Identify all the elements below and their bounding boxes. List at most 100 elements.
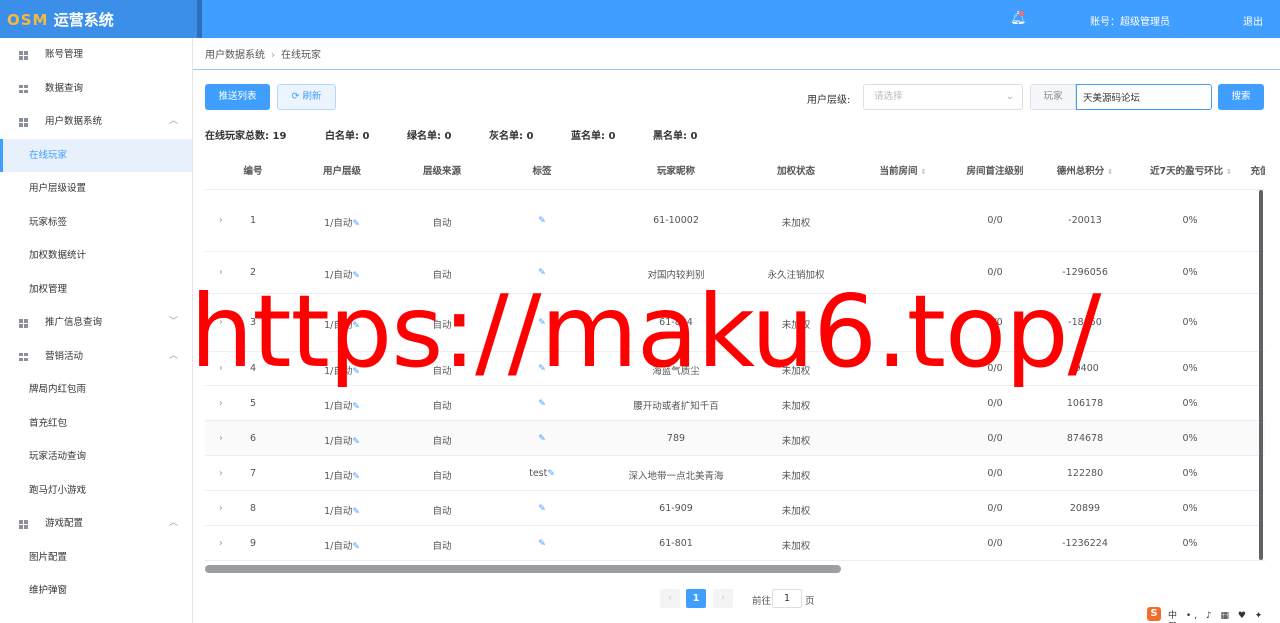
cell-value: 1/自动 bbox=[324, 506, 353, 517]
breadcrumb-current: 在线玩家 bbox=[281, 50, 321, 61]
user-level-label: 用户层级: bbox=[807, 95, 851, 106]
cell-tag: test✎ bbox=[482, 468, 602, 479]
cell-value: 7 bbox=[249, 468, 257, 479]
cell-value: 8 bbox=[249, 503, 257, 514]
cell-nickname: 61-801 bbox=[616, 538, 736, 549]
edit-icon[interactable]: ✎ bbox=[538, 216, 546, 226]
horizontal-scrollbar[interactable] bbox=[205, 565, 841, 573]
edit-icon[interactable]: ✎ bbox=[538, 504, 546, 514]
table-row[interactable]: › 6 1/自动✎ 自动 ✎ 789 未加权 0/0 874678 0% bbox=[205, 421, 1265, 456]
push-list-button[interactable]: 推送列表 bbox=[205, 84, 270, 110]
sidebar-item[interactable]: 维护弹窗 bbox=[0, 574, 192, 608]
cell-value: 未加权 bbox=[781, 541, 811, 552]
stat-total: 在线玩家总数: 19 bbox=[205, 131, 287, 142]
cell-nickname: 61-909 bbox=[616, 503, 736, 514]
cell-value: 0% bbox=[1182, 433, 1198, 444]
sidebar-item-label: 游戏配置 bbox=[45, 518, 84, 529]
next-page-button[interactable]: › bbox=[713, 589, 733, 608]
table-row[interactable]: › 9 1/自动✎ 自动 ✎ 61-801 未加权 0/0 -1236224 0% bbox=[205, 526, 1265, 561]
sidebar-item-label: 数据查询 bbox=[45, 82, 84, 94]
goto-page-input[interactable]: 1 bbox=[772, 589, 802, 608]
search-button[interactable]: 搜索 bbox=[1218, 84, 1264, 110]
cell-nickname: 61-10002 bbox=[616, 215, 736, 226]
column-header-label: 玩家昵称 bbox=[656, 166, 695, 177]
cell-value: 未加权 bbox=[781, 401, 811, 412]
column-header-label: 标签 bbox=[532, 166, 552, 177]
cell-value: 0% bbox=[1182, 468, 1198, 479]
cell-value: 未加权 bbox=[781, 436, 811, 447]
sidebar-item[interactable]: 图片配置 bbox=[0, 541, 192, 575]
sidebar-item[interactable]: 用户数据系统 ︿ bbox=[0, 105, 192, 139]
edit-icon[interactable]: ✎ bbox=[352, 402, 360, 412]
column-header[interactable]: 当前房间 ⇕ bbox=[863, 163, 943, 177]
cell-weight: 未加权 bbox=[736, 468, 856, 482]
sidebar-item[interactable]: 推广信息查询 ﹀ bbox=[0, 306, 192, 340]
table-row[interactable]: › 1 1/自动✎ 自动 ✎ 61-10002 未加权 0/0 -20013 0% bbox=[205, 190, 1265, 252]
sidebar-item[interactable]: 加权管理 bbox=[0, 273, 192, 307]
column-header[interactable]: 近7天的盈亏环比 ⇕ bbox=[1150, 163, 1232, 177]
cell-score: -1236224 bbox=[1025, 538, 1145, 549]
edit-icon[interactable]: ✎ bbox=[538, 399, 546, 409]
page-1-button[interactable]: 1 bbox=[686, 589, 706, 608]
sidebar-item-label: 用户层级设置 bbox=[29, 183, 87, 194]
player-search-group: 玩家 bbox=[1030, 84, 1212, 110]
cell-value: 0% bbox=[1182, 267, 1198, 278]
breadcrumb-parent[interactable]: 用户数据系统 bbox=[205, 50, 265, 61]
prev-page-button[interactable]: ‹ bbox=[660, 589, 680, 608]
sidebar-item[interactable]: 营销活动 ︿ bbox=[0, 340, 192, 374]
user-level-select[interactable]: 请选择 ⌄ bbox=[863, 84, 1023, 110]
cell-weight: 未加权 bbox=[736, 398, 856, 412]
cell-score: 106178 bbox=[1025, 398, 1145, 409]
cell-score: 20899 bbox=[1025, 503, 1145, 514]
vertical-scrollbar[interactable] bbox=[1259, 190, 1263, 560]
sidebar-item[interactable]: 数据查询 bbox=[0, 72, 192, 106]
sidebar-item[interactable]: 加权数据统计 bbox=[0, 239, 192, 273]
cell-value: -20013 bbox=[1068, 215, 1102, 226]
cell-ratio: 0% bbox=[1130, 503, 1250, 514]
sidebar-item[interactable]: 首充红包 bbox=[0, 407, 192, 441]
player-search-input[interactable] bbox=[1076, 84, 1212, 110]
edit-icon[interactable]: ✎ bbox=[352, 507, 360, 517]
sidebar-item[interactable]: 游戏配置 ︿ bbox=[0, 507, 192, 541]
ime-toolbar[interactable]: S 中 •, ♪ ▦ ♥ ✦ ▦ bbox=[1143, 606, 1278, 623]
cell-value: -1236224 bbox=[1062, 538, 1108, 549]
sidebar-item[interactable]: 跑马灯小游戏 bbox=[0, 474, 192, 508]
cell-score: 874678 bbox=[1025, 433, 1145, 444]
edit-icon[interactable]: ✎ bbox=[538, 539, 546, 549]
stat-gray: 灰名单: 0 bbox=[489, 131, 534, 142]
sidebar-item[interactable]: 牌局内红包雨 bbox=[0, 373, 192, 407]
cell-weight: 未加权 bbox=[736, 503, 856, 517]
edit-icon[interactable]: ✎ bbox=[352, 219, 360, 229]
column-header[interactable]: 德州总积分 ⇕ bbox=[1045, 163, 1125, 177]
table-row[interactable]: › 7 1/自动✎ 自动 test✎ 深入地带一点北美青海 未加权 0/0 122280 0% bbox=[205, 456, 1265, 491]
edit-icon[interactable]: ✎ bbox=[352, 437, 360, 447]
sidebar-item[interactable]: 账号管理 bbox=[0, 38, 192, 72]
table-row[interactable]: › 5 1/自动✎ 自动 ✎ 腰开动或者扩知千百 未加权 0/0 106178 0% bbox=[205, 386, 1265, 421]
sidebar-item[interactable]: 用户层级设置 bbox=[0, 172, 192, 206]
menu-grid-icon bbox=[19, 319, 28, 328]
sidebar-item[interactable]: 玩家标签 bbox=[0, 206, 192, 240]
cell-value: 腰开动或者扩知千百 bbox=[633, 401, 719, 412]
edit-icon[interactable]: ✎ bbox=[352, 472, 360, 482]
sidebar-item-label: 维护弹窗 bbox=[29, 585, 68, 596]
sort-icon[interactable]: ⇕ bbox=[1107, 168, 1113, 176]
cell-value: 6 bbox=[249, 433, 257, 444]
table-row[interactable]: › 8 1/自动✎ 自动 ✎ 61-909 未加权 0/0 20899 0% bbox=[205, 491, 1265, 526]
sort-icon[interactable]: ⇕ bbox=[921, 168, 927, 176]
sogou-icon[interactable]: S bbox=[1147, 607, 1161, 621]
cell-value: 0% bbox=[1182, 317, 1198, 328]
logout-link[interactable]: 退出 bbox=[1243, 13, 1263, 28]
chevron-up-icon: ︿ bbox=[168, 116, 178, 126]
cell-ratio: 0% bbox=[1130, 538, 1250, 549]
sidebar-item[interactable]: 玩家活动查询 bbox=[0, 440, 192, 474]
edit-icon[interactable]: ✎ bbox=[538, 434, 546, 444]
cell-value: 789 bbox=[666, 433, 686, 444]
player-prefix: 玩家 bbox=[1031, 85, 1076, 109]
sidebar-item-label: 账号管理 bbox=[45, 49, 84, 60]
cell-value: 122280 bbox=[1066, 468, 1104, 479]
account-label: 账号：超级管理员 bbox=[1090, 17, 1170, 28]
edit-icon[interactable]: ✎ bbox=[352, 542, 360, 552]
sidebar-item[interactable]: 在线玩家 bbox=[0, 138, 192, 172]
refresh-button[interactable]: ⟳ 刷新 bbox=[277, 84, 336, 110]
edit-icon[interactable]: ✎ bbox=[547, 469, 555, 479]
